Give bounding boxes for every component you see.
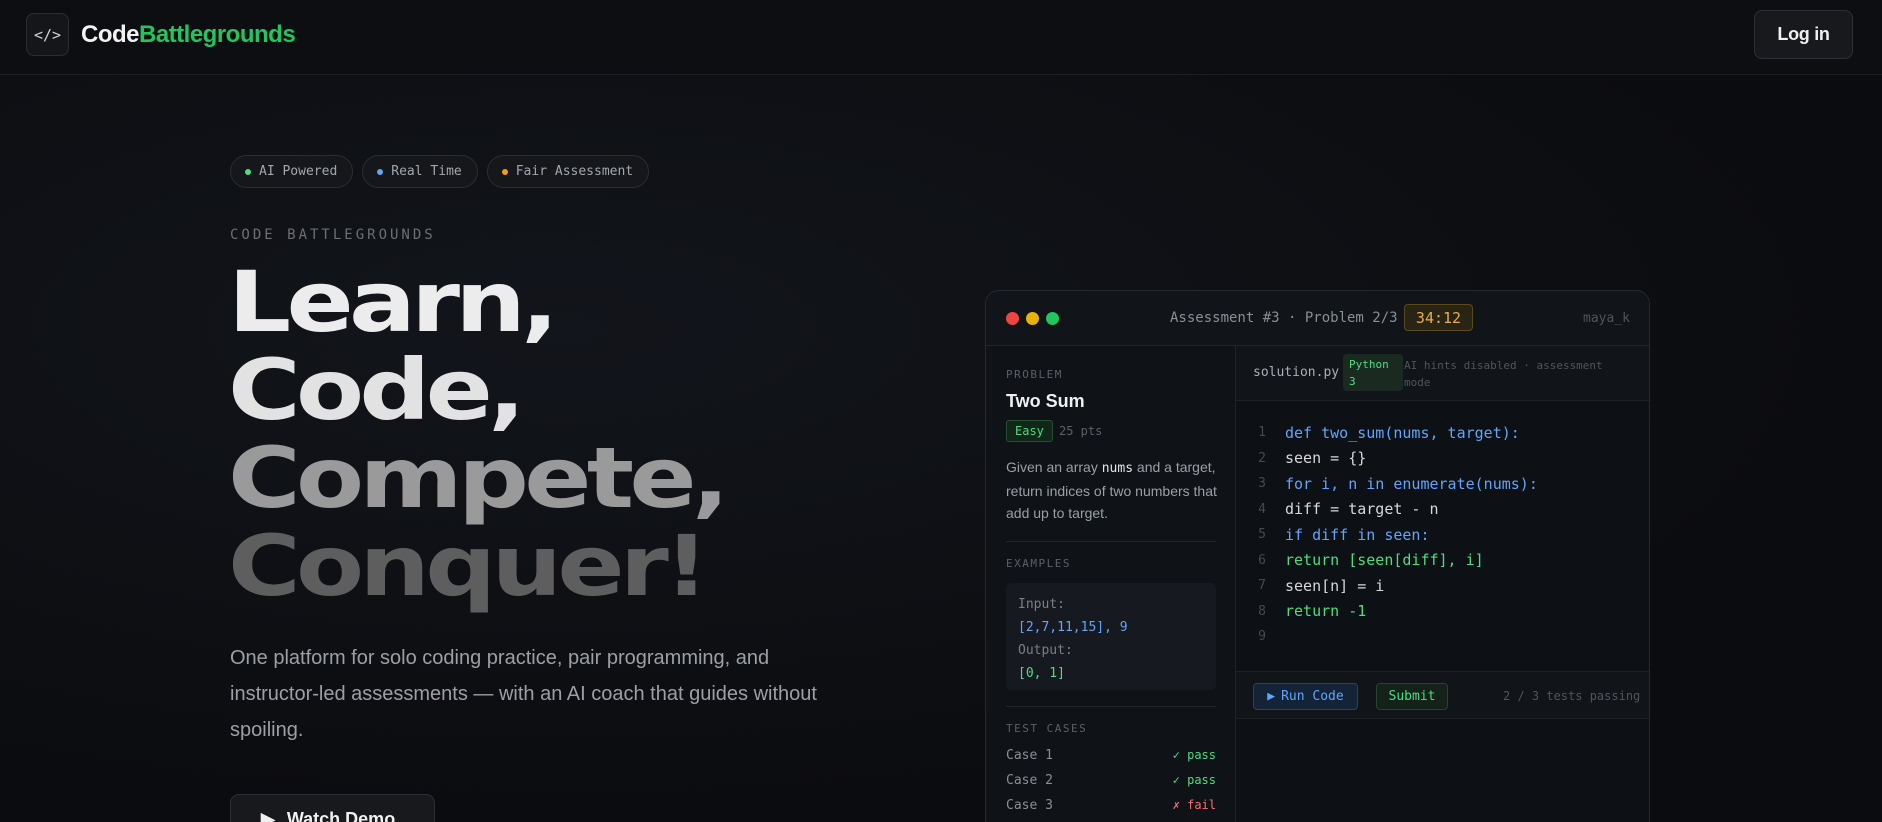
code-text: if diff in seen: xyxy=(1285,525,1430,544)
code-icon[interactable]: </> xyxy=(26,13,69,56)
code-text: for i, n in enumerate(nums): xyxy=(1285,474,1538,493)
code-panel: solution.py Python 3 AI hints disabled ·… xyxy=(1236,346,1649,822)
feature-pills: AI Powered Real Time Fair Assessment xyxy=(230,155,650,188)
username: maya_k xyxy=(1583,311,1630,326)
input-value: [2,7,11,15], 9 xyxy=(1018,620,1128,635)
dot-icon xyxy=(377,168,384,175)
line-number: 2 xyxy=(1258,450,1266,466)
headline-line-learn: Learn, xyxy=(228,253,559,351)
code-line[interactable]: 1 def two_sum(nums, target): xyxy=(1236,420,1538,446)
hero-subtitle: One platform for solo coding practice, p… xyxy=(230,647,817,741)
run-code-label: Run Code xyxy=(1281,689,1344,704)
file-tab-bar: solution.py Python 3 AI hints disabled ·… xyxy=(1236,346,1649,401)
file-name-tab[interactable]: solution.py xyxy=(1253,365,1339,380)
examples-section-label: EXAMPLES xyxy=(1006,557,1071,570)
code-text: seen[n] = i xyxy=(1285,576,1385,595)
watch-demo-button[interactable]: ▶ Watch Demo xyxy=(230,794,435,822)
code-line[interactable]: 5 if diff in seen: xyxy=(1236,522,1538,548)
hero-headline: Learn, Code, Compete, Conquer! xyxy=(228,253,730,615)
test-case-name: Case 1 xyxy=(1006,748,1053,763)
window-title: Assessment #3 · Problem 2/3 xyxy=(1170,310,1398,326)
points-label: 25 pts xyxy=(1059,424,1103,438)
test-case-name: Case 3 xyxy=(1006,798,1053,813)
pill-fair-assessment: Fair Assessment xyxy=(486,155,650,188)
line-number: 9 xyxy=(1258,629,1266,645)
line-number: 5 xyxy=(1258,527,1266,543)
code-line[interactable]: 3 for i, n in enumerate(nums): xyxy=(1236,471,1538,497)
code-text: seen = {} xyxy=(1285,449,1367,468)
code-text: return -1 xyxy=(1285,602,1367,621)
pill-real-time: Real Time xyxy=(362,155,478,188)
brand-logo[interactable]: CodeBattlegrounds xyxy=(81,21,296,49)
pill-label: AI Powered xyxy=(259,164,338,179)
code-line[interactable]: 4 diff = target - n xyxy=(1236,497,1538,523)
divider xyxy=(1006,706,1216,707)
login-button[interactable]: Log in xyxy=(1754,10,1853,59)
ai-hints-status: AI hints disabled · assessment mode xyxy=(1404,359,1603,389)
line-number: 1 xyxy=(1258,425,1266,441)
difficulty-badge: Easy xyxy=(1006,420,1053,442)
window-titlebar: Assessment #3 · Problem 2/3 34:12 maya_k xyxy=(986,291,1649,346)
pill-label: Fair Assessment xyxy=(515,164,634,179)
problem-panel: PROBLEM Two Sum Easy 25 pts Given an arr… xyxy=(986,346,1236,822)
dot-icon xyxy=(501,168,508,175)
editor-window: Assessment #3 · Problem 2/3 34:12 maya_k… xyxy=(985,290,1650,822)
code-line[interactable]: 9 xyxy=(1236,624,1538,650)
top-nav: </> CodeBattlegrounds Log in xyxy=(0,0,1882,75)
desc-pre: Given an array xyxy=(1006,459,1102,475)
run-code-button[interactable]: ▶ Run Code xyxy=(1253,683,1358,710)
line-number: 3 xyxy=(1258,476,1266,492)
headline-line-conquer: Conquer! xyxy=(228,517,709,615)
pill-label: Real Time xyxy=(391,164,462,179)
maximize-dot-icon[interactable] xyxy=(1046,312,1059,325)
dot-icon xyxy=(245,168,251,175)
desc-code: nums xyxy=(1101,461,1134,476)
problem-description: Given an array nums and a target, return… xyxy=(1006,456,1221,524)
run-bar: ▶ Run Code Submit 2 / 3 tests passing xyxy=(1236,671,1649,719)
test-case-result: ✓ pass xyxy=(1172,748,1216,762)
input-label: Input: xyxy=(1018,597,1065,612)
problem-title: Two Sum xyxy=(1006,391,1085,411)
line-number: 7 xyxy=(1258,578,1266,594)
test-case-row[interactable]: Case 1 ✓ pass xyxy=(1006,748,1216,763)
close-dot-icon[interactable] xyxy=(1006,312,1019,325)
code-text: def two_sum(nums, target): xyxy=(1285,423,1520,442)
headline-line-code: Code, xyxy=(228,341,526,439)
pill-ai-powered: AI Powered xyxy=(230,155,354,188)
timer-badge: 34:12 xyxy=(1404,304,1473,331)
code-line[interactable]: 7 seen[n] = i xyxy=(1236,573,1538,599)
code-editor[interactable]: 1 def two_sum(nums, target): 2 seen = {} 3 fo… xyxy=(1236,420,1538,650)
output-label: Output: xyxy=(1018,643,1073,658)
problem-section-label: PROBLEM xyxy=(1006,368,1063,381)
code-line[interactable]: 2 seen = {} xyxy=(1236,446,1538,472)
test-case-result: ✓ pass xyxy=(1172,773,1216,787)
line-number: 6 xyxy=(1258,552,1266,568)
output-value: [0, 1] xyxy=(1018,666,1065,681)
minimize-dot-icon[interactable] xyxy=(1026,312,1039,325)
code-line[interactable]: 8 return -1 xyxy=(1236,599,1538,625)
test-case-result: ✗ fail xyxy=(1172,798,1216,812)
play-icon: ▶ xyxy=(261,808,275,822)
hero-eyebrow: CODE BATTLEGROUNDS xyxy=(230,227,436,243)
tests-passing-status: 2 / 3 tests passing xyxy=(1503,689,1641,703)
watch-demo-label: Watch Demo xyxy=(286,808,396,822)
divider xyxy=(1006,541,1216,542)
test-case-name: Case 2 xyxy=(1006,773,1053,788)
code-line[interactable]: 6 return [seen[diff], i] xyxy=(1236,548,1538,574)
line-number: 8 xyxy=(1258,603,1266,619)
test-case-row[interactable]: Case 2 ✓ pass xyxy=(1006,773,1216,788)
brand-name-battlegrounds: Battlegrounds xyxy=(139,21,296,48)
code-text: diff = target - n xyxy=(1285,500,1439,519)
brand-name-code: Code xyxy=(81,21,140,48)
headline-line-compete: Compete, xyxy=(228,429,730,527)
line-number: 4 xyxy=(1258,501,1266,517)
play-icon: ▶ xyxy=(1267,689,1276,704)
code-text: return [seen[diff], i] xyxy=(1285,551,1484,570)
language-badge: Python 3 xyxy=(1343,354,1403,391)
submit-button[interactable]: Submit xyxy=(1376,683,1448,710)
test-cases-section-label: TEST CASES xyxy=(1006,722,1088,735)
test-case-row[interactable]: Case 3 ✗ fail xyxy=(1006,798,1216,813)
example-box: Input: [2,7,11,15], 9 Output: [0, 1] xyxy=(1006,583,1216,690)
